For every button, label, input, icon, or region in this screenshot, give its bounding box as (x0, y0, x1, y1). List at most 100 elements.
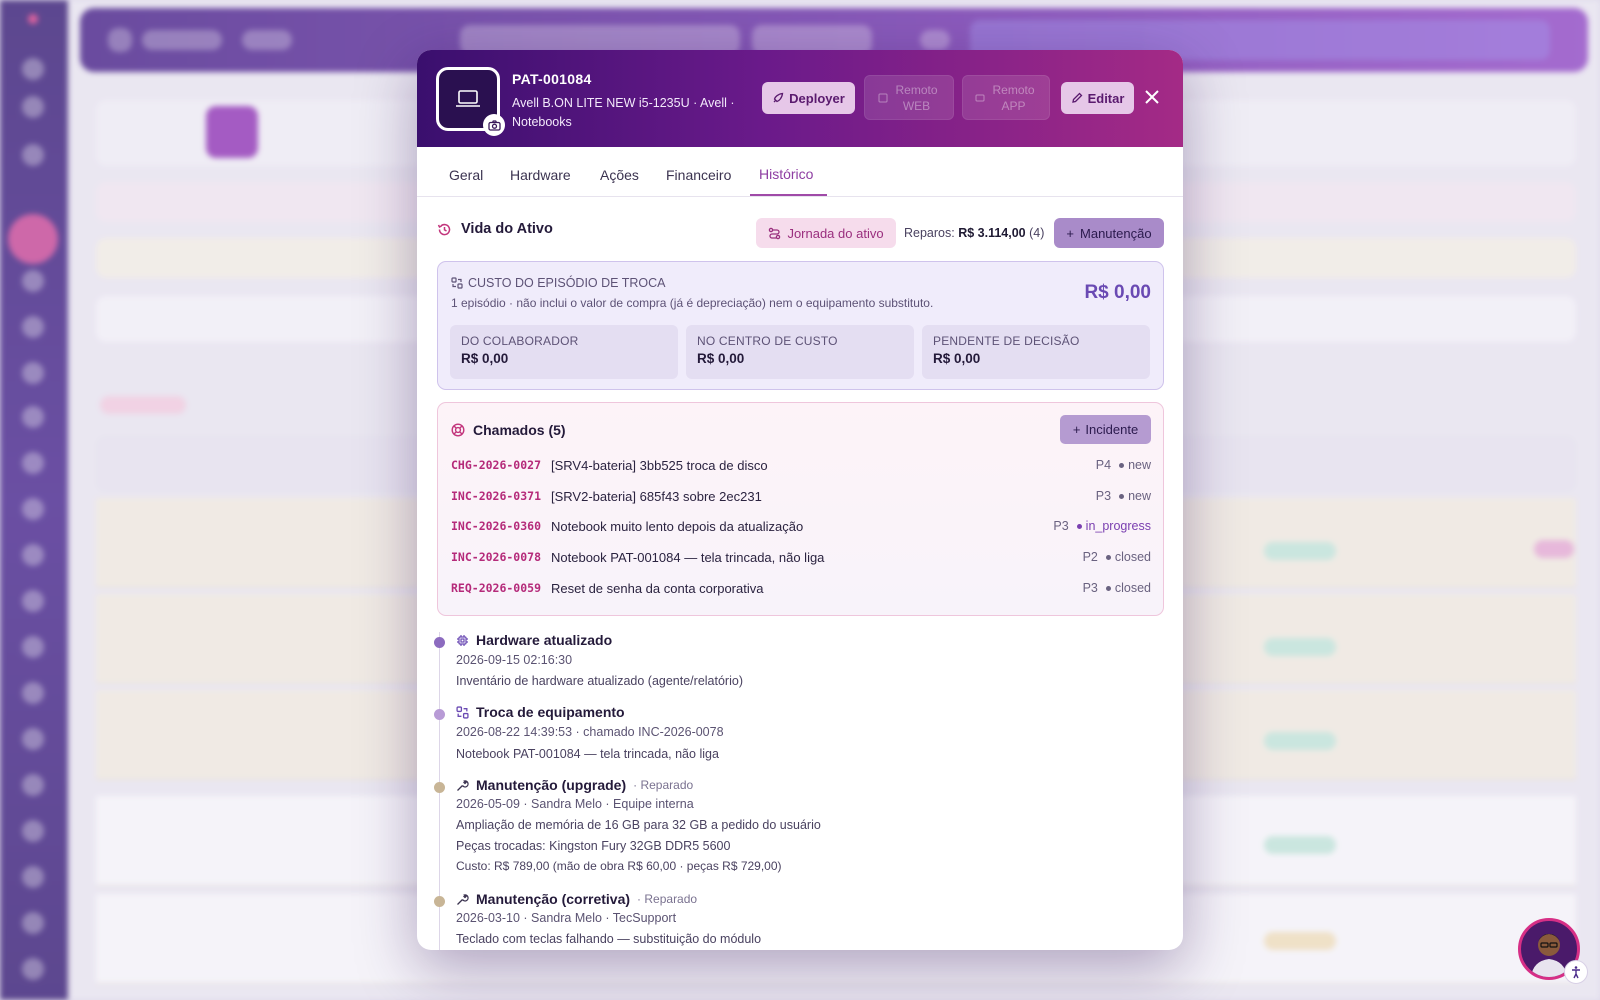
tickets-title: Chamados (5) (473, 422, 566, 438)
asset-life-heading: Vida do Ativo (437, 221, 553, 237)
ticket-row[interactable]: INC-2026-0371 [SRV2-bateria] 685f43 sobr… (451, 486, 1151, 506)
asset-id: PAT-001084 (512, 71, 592, 87)
deploy-label: Deployer (789, 90, 845, 106)
tab-acoes[interactable]: Ações (600, 167, 639, 183)
ticket-row[interactable]: CHG-2026-0027 [SRV4-bateria] 3bb525 troc… (451, 455, 1151, 475)
ticket-priority: P2 (1082, 550, 1098, 564)
timeline-event-detail: Teclado com teclas falhando — substituiç… (456, 932, 762, 946)
asset-detail-modal: PAT-001084 Avell B.ON LITE NEW i5-1235U … (417, 50, 1183, 950)
asset-life-title: Vida do Ativo (461, 221, 553, 237)
remote-web-icon (878, 93, 887, 102)
remote-web-button[interactable]: Remoto WEB (864, 75, 954, 120)
timeline-dot (434, 896, 445, 907)
ticket-status: closed (1105, 550, 1151, 564)
pencil-icon (1071, 92, 1082, 103)
ticket-priority: P3 (1053, 519, 1069, 533)
timeline-event-name: Manutenção (corretiva) (476, 891, 631, 907)
swap-cost-title: CUSTO DO EPISÓDIO DE TROCA (468, 276, 666, 290)
status-dot-icon (1119, 493, 1125, 499)
timeline-event-detail: Peças trocadas: Kingston Fury 32GB DDR5 … (456, 839, 731, 853)
ticket-row[interactable]: REQ-2026-0059 Reset de senha da conta co… (451, 578, 1151, 598)
ticket-status: in_progress (1076, 519, 1151, 533)
remote-app-icon (975, 94, 984, 101)
timeline-event-detail: Ampliação de memória de 16 GB para 32 GB… (456, 818, 821, 832)
tickets-heading: Chamados (5) (451, 422, 566, 438)
laptop-icon (456, 90, 480, 107)
remote-app-label: Remoto APP (992, 82, 1035, 113)
timeline-event-tag: · Reparado (637, 892, 698, 906)
cost-box-cost-center: NO CENTRO DE CUSTO R$ 0,00 (686, 325, 914, 379)
cost-box-value: R$ 0,00 (697, 351, 745, 366)
ticket-status: new (1119, 489, 1151, 503)
timeline-event-date: 2026-09-15 02:16:30 (456, 653, 573, 667)
ticket-row[interactable]: INC-2026-0078 Notebook PAT-001084 — tela… (451, 547, 1151, 567)
ticket-code[interactable]: INC-2026-0078 (451, 550, 551, 564)
ticket-title: Reset de senha da conta corporativa (551, 580, 764, 596)
status-dot-icon (1119, 462, 1125, 468)
lifebuoy-icon (451, 423, 465, 437)
rocket-icon (773, 92, 784, 103)
timeline-event-detail: Notebook PAT-001084 — tela trincada, não… (456, 747, 719, 761)
ticket-code[interactable]: CHG-2026-0027 (451, 458, 551, 472)
ticket-row[interactable]: INC-2026-0360 Notebook muito lento depoi… (451, 516, 1151, 536)
tab-hardware[interactable]: Hardware (510, 167, 571, 183)
remote-app-button[interactable]: Remoto APP (962, 75, 1050, 120)
cost-box-label: DO COLABORADOR (461, 334, 579, 348)
ticket-title: Notebook PAT-001084 — tela trincada, não… (551, 549, 825, 565)
timeline-event-date: 2026-05-09 · Sandra Melo · Equipe intern… (456, 797, 694, 811)
cost-box-value: R$ 0,00 (933, 351, 981, 366)
tab-geral[interactable]: Geral (449, 167, 483, 183)
timeline-event-date: 2026-03-10 · Sandra Melo · TecSupport (456, 911, 677, 925)
deploy-button[interactable]: Deployer (762, 82, 855, 114)
edit-button[interactable]: Editar (1061, 82, 1134, 114)
status-dot-icon (1105, 585, 1111, 591)
tickets-card: Chamados (5) + Incidente CHG-2026-0027 [… (437, 402, 1164, 616)
cost-box-pending: PENDENTE DE DECISÃO R$ 0,00 (922, 325, 1150, 379)
timeline-dot (434, 782, 445, 793)
swap-cost-card: CUSTO DO EPISÓDIO DE TROCA 1 episódio · … (437, 261, 1164, 390)
add-incident-label: Incidente (1085, 422, 1139, 437)
ticket-priority: P3 (1095, 489, 1112, 503)
tab-financeiro[interactable]: Financeiro (666, 167, 731, 183)
ticket-code[interactable]: REQ-2026-0059 (451, 581, 551, 595)
ticket-status: new (1119, 458, 1151, 472)
cost-box-collaborator: DO COLABORADOR R$ 0,00 (450, 325, 678, 379)
timeline-dot (434, 709, 445, 720)
swap-cost-total: R$ 0,00 (1084, 282, 1151, 303)
accessibility-icon[interactable] (1564, 960, 1588, 984)
timeline-event-tag: · Reparado (633, 778, 694, 792)
ticket-code[interactable]: INC-2026-0371 (451, 489, 551, 503)
camera-icon[interactable] (483, 114, 505, 136)
history-icon (437, 223, 451, 235)
asset-thumbnail[interactable] (436, 67, 505, 136)
ticket-priority: P3 (1082, 581, 1098, 595)
timeline-event-cost: Custo: R$ 789,00 (mão de obra R$ 60,00 ·… (456, 859, 782, 873)
wrench-icon (457, 893, 469, 905)
ticket-status: closed (1105, 581, 1151, 595)
ticket-code[interactable]: INC-2026-0360 (451, 519, 551, 533)
timeline-event-name: Hardware atualizado (476, 632, 613, 648)
route-icon (769, 227, 781, 239)
swap-cost-description: 1 episódio · não inclui o valor de compr… (451, 296, 934, 310)
swap-icon (451, 277, 463, 289)
active-tab-indicator (750, 194, 827, 196)
repairs-count: (4) (1029, 226, 1045, 240)
add-maintenance-button[interactable]: + Manutenção (1054, 218, 1164, 248)
ticket-status-text: in_progress (1085, 519, 1151, 533)
cost-box-value: R$ 0,00 (461, 351, 509, 366)
status-dot-icon (1076, 523, 1082, 529)
add-incident-button[interactable]: + Incidente (1060, 415, 1151, 444)
timeline-dot (434, 637, 445, 648)
ticket-status-text: new (1128, 489, 1151, 503)
close-icon[interactable] (1141, 86, 1163, 108)
add-maintenance-label: Manutenção (1080, 225, 1152, 241)
swap-icon (456, 705, 469, 719)
tab-historico[interactable]: Histórico (759, 166, 813, 182)
asset-journey-button[interactable]: Jornada do ativo (756, 218, 896, 248)
remote-web-label: Remoto WEB (895, 82, 938, 113)
timeline-event-name: Manutenção (upgrade) (476, 777, 627, 793)
timeline-event-title: Manutenção (upgrade) · Reparado (456, 777, 693, 793)
plus-icon: + (1066, 225, 1075, 241)
asset-description: Avell B.ON LITE NEW i5-1235U · Avell · N… (512, 96, 735, 129)
ticket-title: [SRV2-bateria] 685f43 sobre 2ec231 (551, 488, 762, 504)
